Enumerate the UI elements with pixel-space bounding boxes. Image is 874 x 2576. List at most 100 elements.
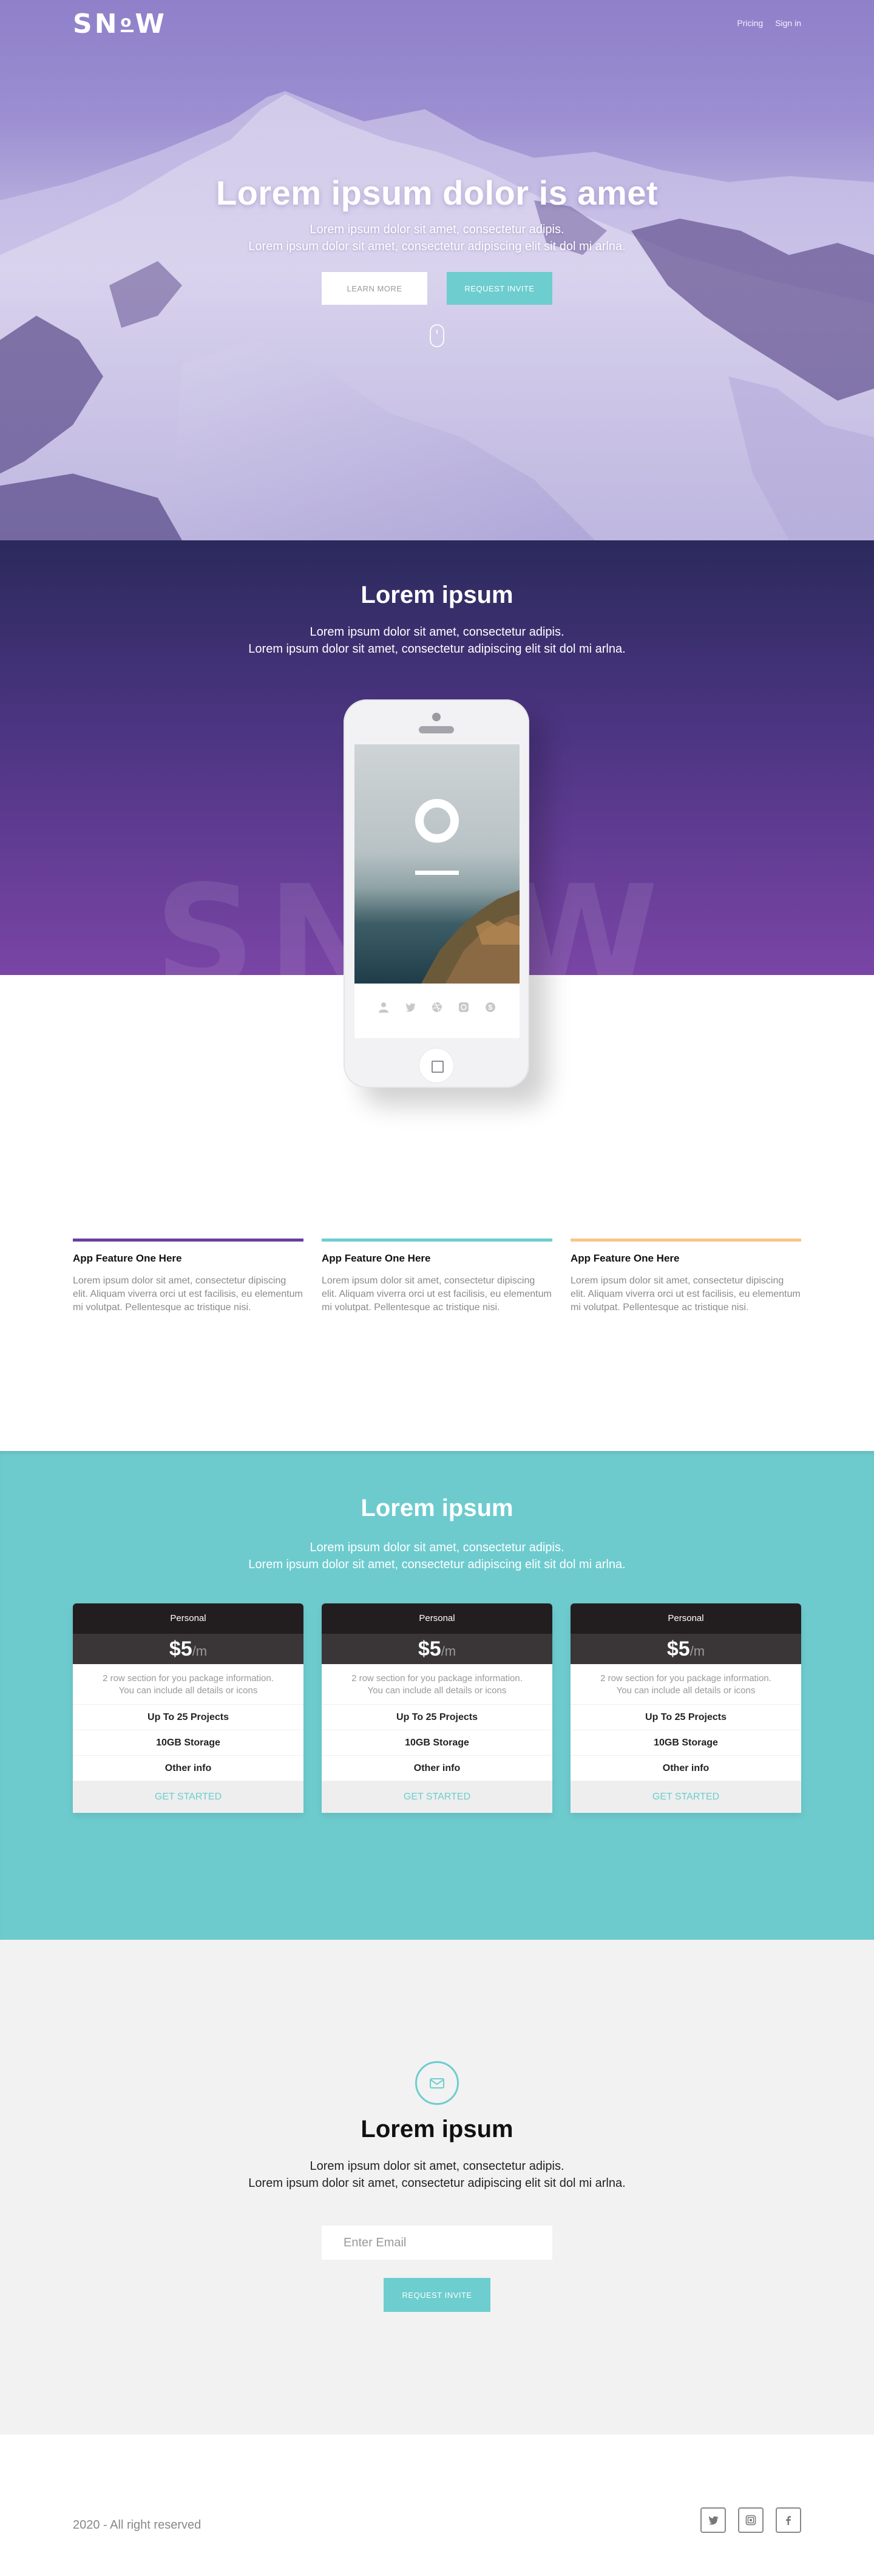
- feature-text: Lorem ipsum dolor sit amet, consectetur …: [322, 1276, 552, 1313]
- plan-description-line-1: 2 row section for you package informatio…: [103, 1673, 274, 1684]
- request-invite-button[interactable]: REQUEST INVITE: [447, 272, 552, 305]
- plan-feature-row: Up To 25 Projects: [73, 1705, 303, 1730]
- phone-coast-photo: [354, 744, 520, 984]
- feature-title: App Feature One Here: [73, 1252, 182, 1264]
- pricing-section: Lorem ipsum Lorem ipsum dolor sit amet, …: [0, 1451, 874, 1940]
- copyright-text: 2020 - All right reserved: [73, 2518, 202, 2532]
- pricing-section-title: Lorem ipsum: [361, 1495, 513, 1521]
- plan-price-amount: $5: [418, 1637, 441, 1660]
- phone-speaker: [419, 726, 454, 733]
- app-section-title: Lorem ipsum: [361, 582, 513, 608]
- plan-description: 2 row section for you package informatio…: [322, 1664, 552, 1705]
- plan-name: Personal: [571, 1603, 801, 1634]
- hero-subtitle-line-2: Lorem ipsum dolor sit amet, consectetur …: [248, 240, 626, 253]
- feature-accent-bar: [571, 1239, 801, 1242]
- plan-price-period: /m: [441, 1643, 456, 1659]
- subscribe-section-title: Lorem ipsum: [361, 2116, 513, 2143]
- hero-subtitle: Lorem ipsum dolor sit amet, consectetur …: [0, 221, 874, 255]
- feature-text: Lorem ipsum dolor sit amet, consectetur …: [73, 1276, 303, 1313]
- hero-section: SNoW Pricing Sign in Lorem ipsum dolor i…: [0, 0, 874, 540]
- feature-accent-bar: [73, 1239, 303, 1242]
- plan-description-line-1: 2 row section for you package informatio…: [600, 1673, 771, 1684]
- app-subtitle-line-2: Lorem ipsum dolor sit amet, consectetur …: [248, 642, 626, 656]
- skype-icon[interactable]: S: [483, 999, 498, 1015]
- app-header: Lorem ipsum Lorem ipsum dolor sit amet, …: [0, 582, 874, 658]
- subscribe-subtitle-line-2: Lorem ipsum dolor sit amet, consectetur …: [248, 2177, 626, 2190]
- app-subtitle-line-1: Lorem ipsum dolor sit amet, consectetur …: [310, 625, 564, 639]
- logo-text-right: W: [135, 8, 167, 39]
- plan-feature-row: 10GB Storage: [571, 1730, 801, 1756]
- feature-card: App Feature One Here Lorem ipsum dolor s…: [571, 1239, 801, 1451]
- top-navigation: SNoW Pricing Sign in: [0, 0, 874, 49]
- phone-app-logo-bar: [415, 871, 459, 875]
- app-section-subtitle: Lorem ipsum dolor sit amet, consectetur …: [0, 624, 874, 658]
- mail-icon: [415, 2061, 459, 2105]
- twitter-icon[interactable]: [402, 999, 418, 1015]
- plan-price-amount: $5: [169, 1637, 192, 1660]
- hero-buttons: LEARN MORE REQUEST INVITE: [0, 272, 874, 305]
- footer: 2020 - All right reserved: [0, 2435, 874, 2575]
- feature-accent-bar: [322, 1239, 552, 1242]
- plan-name: Personal: [322, 1603, 552, 1634]
- hero-content: Lorem ipsum dolor is amet Lorem ipsum do…: [0, 173, 874, 347]
- instagram-icon[interactable]: [738, 2507, 764, 2533]
- get-started-button[interactable]: GET STARTED: [322, 1781, 552, 1813]
- plan-description: 2 row section for you package informatio…: [571, 1664, 801, 1705]
- plan-feature-row: Up To 25 Projects: [571, 1705, 801, 1730]
- pricing-card: Personal $5/m 2 row section for you pack…: [322, 1603, 552, 1813]
- plan-description-line-2: You can include all details or icons: [616, 1685, 756, 1696]
- hero-subtitle-line-1: Lorem ipsum dolor sit amet, consectetur …: [310, 223, 564, 236]
- nav-links: Pricing Sign in: [737, 18, 801, 28]
- phone-app-logo-icon: [415, 799, 459, 843]
- plan-description-line-1: 2 row section for you package informatio…: [351, 1673, 523, 1684]
- plan-feature-row: Other info: [322, 1756, 552, 1781]
- coast-cliff-image: [421, 890, 520, 984]
- dribbble-icon[interactable]: [429, 999, 445, 1015]
- user-icon[interactable]: [376, 999, 391, 1015]
- phone-screen: S: [354, 744, 520, 1038]
- subscribe-section: Lorem ipsum Lorem ipsum dolor sit amet, …: [0, 1940, 874, 2435]
- features-section: App Feature One Here Lorem ipsum dolor s…: [0, 1178, 874, 1451]
- get-started-button[interactable]: GET STARTED: [73, 1781, 303, 1813]
- pricing-cards: Personal $5/m 2 row section for you pack…: [0, 1603, 874, 1813]
- feature-text: Lorem ipsum dolor sit amet, consectetur …: [571, 1276, 801, 1313]
- snow-logo[interactable]: SNoW: [73, 8, 167, 39]
- plan-price: $5/m: [571, 1634, 801, 1664]
- pricing-card: Personal $5/m 2 row section for you pack…: [571, 1603, 801, 1813]
- nav-pricing-link[interactable]: Pricing: [737, 18, 763, 28]
- phone-mockup: S: [344, 699, 529, 1088]
- plan-description-line-2: You can include all details or icons: [367, 1685, 507, 1696]
- instagram-icon[interactable]: [456, 999, 472, 1015]
- plan-price-period: /m: [192, 1643, 208, 1659]
- twitter-icon[interactable]: [700, 2507, 726, 2533]
- pricing-subtitle-line-2: Lorem ipsum dolor sit amet, consectetur …: [248, 1558, 626, 1571]
- feature-title: App Feature One Here: [322, 1252, 431, 1264]
- plan-feature-row: 10GB Storage: [73, 1730, 303, 1756]
- subscribe-subtitle-line-1: Lorem ipsum dolor sit amet, consectetur …: [310, 2160, 564, 2173]
- feature-card: App Feature One Here Lorem ipsum dolor s…: [73, 1239, 303, 1451]
- plan-price: $5/m: [322, 1634, 552, 1664]
- pricing-card: Personal $5/m 2 row section for you pack…: [73, 1603, 303, 1813]
- logo-text-left: SN: [73, 8, 120, 39]
- email-input[interactable]: [322, 2226, 552, 2260]
- feature-card: App Feature One Here Lorem ipsum dolor s…: [322, 1239, 552, 1451]
- svg-text:S: S: [488, 1004, 493, 1011]
- phone-social-icons: S: [354, 999, 520, 1015]
- logo-text-o: o: [120, 13, 134, 32]
- app-showcase-section: SNoW Lorem ipsum Lorem ipsum dolor sit a…: [0, 540, 874, 1178]
- hero-title: Lorem ipsum dolor is amet: [215, 174, 659, 212]
- scroll-mouse-icon[interactable]: [430, 324, 444, 347]
- pricing-subtitle-line-1: Lorem ipsum dolor sit amet, consectetur …: [310, 1541, 564, 1554]
- plan-price: $5/m: [73, 1634, 303, 1664]
- plan-price-amount: $5: [666, 1637, 690, 1660]
- plan-name: Personal: [73, 1603, 303, 1634]
- get-started-button[interactable]: GET STARTED: [571, 1781, 801, 1813]
- subscribe-request-invite-button[interactable]: REQUEST INVITE: [384, 2278, 490, 2312]
- facebook-icon[interactable]: [776, 2507, 801, 2533]
- footer-social-links: [700, 2507, 801, 2533]
- feature-title: App Feature One Here: [571, 1252, 680, 1264]
- nav-sign-in-link[interactable]: Sign in: [775, 18, 801, 28]
- plan-price-period: /m: [689, 1643, 705, 1659]
- plan-feature-row: 10GB Storage: [322, 1730, 552, 1756]
- learn-more-button[interactable]: LEARN MORE: [322, 272, 427, 305]
